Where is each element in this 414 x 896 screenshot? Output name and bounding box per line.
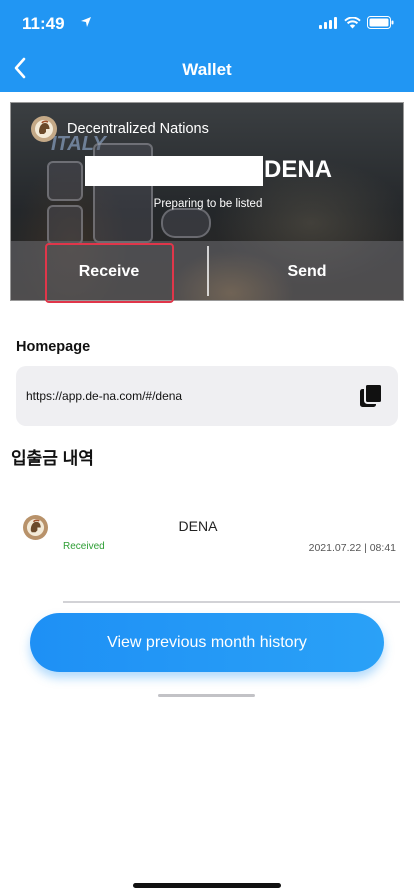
home-indicator bbox=[133, 883, 281, 888]
page-title: Wallet bbox=[182, 60, 232, 79]
token-banner: ITALY Decentralized Nations DENA Prepari… bbox=[10, 102, 404, 301]
copy-icon[interactable] bbox=[358, 383, 384, 409]
transaction-status: Received bbox=[63, 541, 105, 552]
history-title: 입출금 내역 bbox=[11, 449, 94, 468]
homepage-url[interactable]: https://app.de-na.com/#/dena bbox=[26, 389, 182, 403]
homepage-url-box: https://app.de-na.com/#/dena bbox=[16, 366, 398, 426]
status-icons bbox=[319, 16, 394, 29]
app-header: 11:49 Wallet bbox=[0, 0, 414, 92]
signal-icon bbox=[319, 16, 337, 29]
send-button[interactable]: Send bbox=[209, 241, 403, 300]
scroll-indicator bbox=[158, 694, 255, 697]
project-logo bbox=[31, 116, 57, 142]
location-arrow-icon bbox=[81, 17, 91, 27]
homepage-label: Homepage bbox=[16, 339, 91, 355]
transaction-item[interactable]: DENA Received 2021.07.22 | 08:41 bbox=[0, 505, 414, 603]
token-symbol: DENA bbox=[264, 156, 333, 183]
status-time: 11:49 bbox=[22, 14, 65, 33]
transaction-symbol: DENA bbox=[178, 518, 218, 534]
wallet-action-bar: Receive Send bbox=[11, 241, 403, 300]
project-name: Decentralized Nations bbox=[67, 121, 209, 137]
background-card bbox=[47, 161, 83, 201]
wifi-icon bbox=[344, 16, 361, 28]
transaction-timestamp: 2021.07.22 | 08:41 bbox=[308, 542, 396, 554]
previous-month-button[interactable]: View previous month history bbox=[30, 613, 384, 672]
redacted-balance bbox=[85, 156, 263, 186]
background-card bbox=[47, 205, 83, 245]
listing-status: Preparing to be listed bbox=[153, 198, 263, 210]
receive-button[interactable]: Receive bbox=[11, 241, 207, 300]
transaction-divider bbox=[63, 601, 400, 603]
battery-icon bbox=[367, 16, 394, 29]
spartan-helmet-icon bbox=[35, 120, 53, 138]
background-pill bbox=[161, 208, 211, 238]
